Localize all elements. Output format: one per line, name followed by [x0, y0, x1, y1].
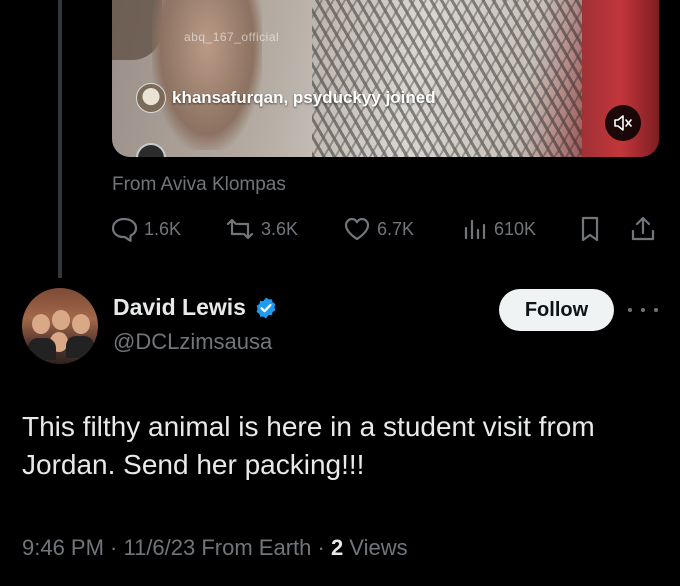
thread-connector-line: [58, 0, 62, 278]
follow-button[interactable]: Follow: [499, 289, 614, 331]
share-icon: [631, 216, 655, 241]
more-dot-icon: [628, 308, 632, 312]
author-name-row[interactable]: David Lewis: [113, 294, 278, 321]
join-avatar: [136, 83, 166, 113]
mute-toggle-button[interactable]: [605, 105, 641, 141]
video-person-figure: [152, 0, 262, 150]
author-avatar[interactable]: [22, 288, 98, 364]
speaker-muted-icon: [614, 115, 632, 131]
verified-badge-icon: [256, 297, 276, 318]
quoted-source-attribution[interactable]: From Aviva Klompas: [112, 174, 286, 196]
reply-icon: [111, 217, 138, 242]
repost-count: 3.6K: [261, 218, 299, 239]
avatar-body: [66, 336, 94, 358]
avatar-face: [52, 310, 70, 330]
video-keffiyeh-pattern: [312, 0, 602, 157]
reply-button[interactable]: 1.6K: [110, 212, 181, 246]
views-button[interactable]: 610K: [462, 212, 536, 246]
bookmark-icon: [581, 216, 599, 242]
share-button[interactable]: [630, 212, 656, 246]
repost-button[interactable]: 3.6K: [225, 212, 298, 246]
avatar-body: [28, 338, 56, 360]
repost-icon: [226, 218, 254, 240]
views-count: 610K: [494, 218, 537, 239]
tweet-body-text: This filthy animal is here in a student …: [22, 411, 595, 480]
avatar-face: [72, 314, 90, 334]
tweet-view-count: 2: [330, 535, 344, 560]
bookmark-button[interactable]: [578, 212, 602, 246]
reply-count: 1.6K: [144, 218, 182, 239]
joined-text: khansafurqan, psyduckyy joined: [172, 88, 436, 107]
tweet-metadata: 9:46 PM · 11/6/23 From Earth · 2 Views: [22, 535, 408, 561]
heart-icon: [344, 217, 370, 241]
quoted-tweet-actions: 1.6K 3.6K 6.7K 610K: [110, 212, 660, 246]
author-handle[interactable]: @DCLzimsausa: [113, 329, 272, 355]
video-watermark-text: abq_167_official: [184, 30, 280, 44]
more-dot-icon: [641, 308, 645, 312]
like-button[interactable]: 6.7K: [343, 212, 414, 246]
like-count: 6.7K: [377, 218, 415, 239]
author-name[interactable]: David Lewis: [113, 294, 246, 321]
views-bar-chart-icon: [464, 219, 486, 240]
more-options-button[interactable]: [628, 300, 658, 320]
avatar-face: [32, 314, 50, 334]
embedded-video[interactable]: abq_167_official khansafurqan, psyduckyy…: [112, 0, 659, 157]
tweet-timestamp-location[interactable]: 9:46 PM · 11/6/23 From Earth ·: [22, 535, 331, 560]
tweet-views-label: Views: [343, 535, 408, 560]
more-dot-icon: [654, 308, 658, 312]
live-join-notification: khansafurqan, psyduckyy joined: [136, 83, 436, 113]
